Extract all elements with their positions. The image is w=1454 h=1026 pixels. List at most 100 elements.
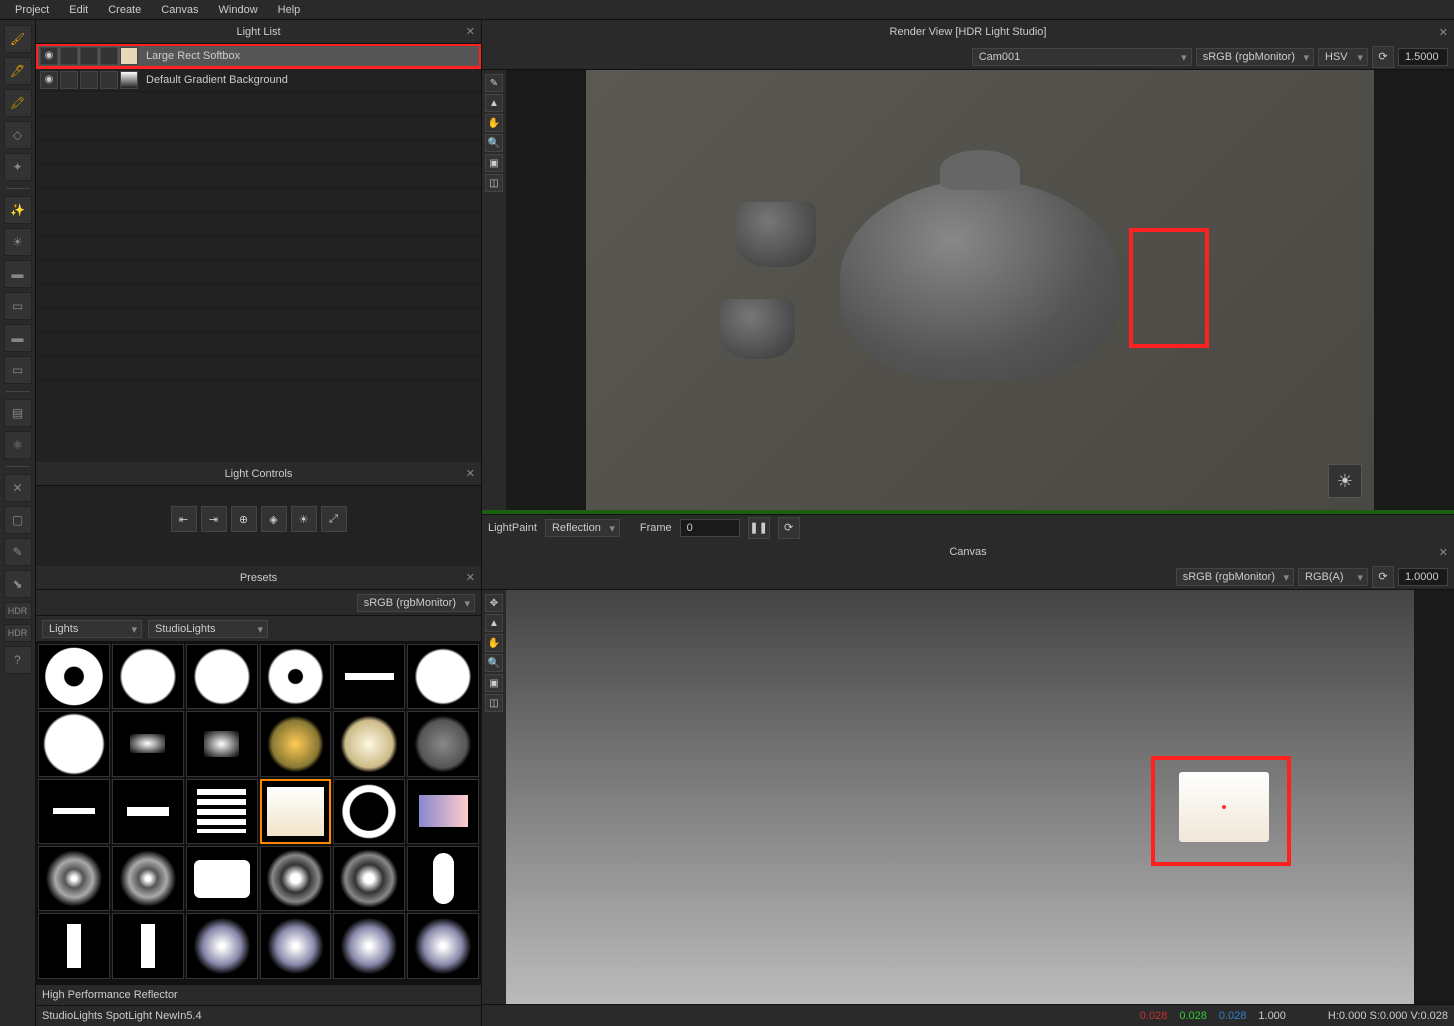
light-list-row-empty[interactable] [36,236,481,260]
render-viewport[interactable]: ☀ [586,70,1374,510]
frame-input[interactable] [680,519,740,537]
close-icon[interactable]: ✕ [466,25,475,38]
canvas-channel-dropdown[interactable]: RGB(A) [1298,568,1368,586]
tool-help[interactable]: ? [4,646,32,674]
light-list-row-empty[interactable] [36,116,481,140]
tool-brush2[interactable]: 🖊 [4,57,32,85]
preset-item[interactable] [112,846,184,911]
menu-create[interactable]: Create [98,2,151,18]
flag-toggle[interactable] [60,71,78,89]
preset-item[interactable] [186,913,258,978]
tool-pencil[interactable]: ✎ [4,538,32,566]
menu-help[interactable]: Help [268,2,311,18]
preset-item[interactable] [112,644,184,709]
preset-item[interactable] [112,913,184,978]
fit-icon[interactable]: ▣ [485,674,503,692]
close-icon[interactable]: ✕ [1439,26,1448,39]
preset-item[interactable] [38,779,110,844]
flag-toggle[interactable] [80,47,98,65]
light-list-row-empty[interactable] [36,164,481,188]
preset-item[interactable] [407,711,479,776]
flag-toggle[interactable] [100,71,118,89]
preset-item[interactable] [407,913,479,978]
pointer-icon[interactable]: ▲ [485,94,503,112]
menu-project[interactable]: Project [5,2,59,18]
pointer-icon[interactable]: ▲ [485,614,503,632]
refresh-icon[interactable]: ⟳ [1372,46,1394,68]
move-right-button[interactable]: ⇥ [201,506,227,532]
preset-item[interactable] [260,913,332,978]
tool-hdr2[interactable]: HDR [4,624,32,642]
canvas-exposure-input[interactable] [1398,568,1448,586]
preset-item[interactable] [112,779,184,844]
refresh-icon[interactable]: ⟳ [1372,566,1394,588]
tool-brush3[interactable]: 🖍 [4,89,32,117]
preset-item[interactable] [38,711,110,776]
tool-hdr1[interactable]: HDR [4,602,32,620]
presets-category-dropdown[interactable]: Lights [42,620,142,638]
exposure-input[interactable] [1398,48,1448,66]
fit-icon[interactable]: ▣ [485,154,503,172]
presets-subcategory-dropdown[interactable]: StudioLights [148,620,268,638]
tool-arrow[interactable]: ⬊ [4,570,32,598]
flag-toggle[interactable] [60,47,78,65]
light-list-row-empty[interactable] [36,284,481,308]
preset-item[interactable] [333,644,405,709]
light-list-row-empty[interactable] [36,212,481,236]
preset-item[interactable] [38,913,110,978]
menu-edit[interactable]: Edit [59,2,98,18]
light-list-row-empty[interactable] [36,356,481,380]
presets-colorspace-dropdown[interactable]: sRGB (rgbMonitor) [357,594,475,612]
move-left-button[interactable]: ⇤ [171,506,197,532]
close-icon[interactable]: ✕ [1439,546,1448,559]
center-button[interactable]: ⊕ [231,506,257,532]
preset-item[interactable] [260,846,332,911]
preset-item[interactable] [333,913,405,978]
tool-star[interactable]: ✦ [4,153,32,181]
brush-icon[interactable]: ✎ [485,74,503,92]
tool-rect1[interactable]: ▬ [4,260,32,288]
colormode-dropdown[interactable]: HSV [1318,48,1368,66]
tool-light1[interactable]: ✨ [4,196,32,224]
light-list-row-empty[interactable] [36,260,481,284]
pause-button[interactable]: ❚❚ [748,517,770,539]
tool-close[interactable]: ✕ [4,474,32,502]
tool-square[interactable]: ▢ [4,506,32,534]
visibility-toggle-icon[interactable]: ◉ [40,71,58,89]
preset-item[interactable] [333,711,405,776]
preset-item[interactable] [407,846,479,911]
brightness-button[interactable]: ☀ [291,506,317,532]
tool-brush1[interactable]: 🖌 [4,25,32,53]
reload-button[interactable]: ⟳ [778,517,800,539]
preset-item[interactable] [333,779,405,844]
close-icon[interactable]: ✕ [466,467,475,480]
lightpaint-mode-dropdown[interactable]: Reflection [545,519,620,537]
preset-item-selected[interactable] [260,779,332,844]
preset-item[interactable] [186,711,258,776]
crop-icon[interactable]: ◫ [485,694,503,712]
crop-icon[interactable]: ◫ [485,174,503,192]
colorspace-dropdown[interactable]: sRGB (rgbMonitor) [1196,48,1314,66]
scale-button[interactable]: ⤢ [321,506,347,532]
camera-dropdown[interactable]: Cam001 [972,48,1192,66]
flag-toggle[interactable] [80,71,98,89]
preset-item[interactable] [407,644,479,709]
tool-rect4[interactable]: ▭ [4,356,32,384]
menu-canvas[interactable]: Canvas [151,2,208,18]
tool-light2[interactable]: ☀ [4,228,32,256]
hand-icon[interactable]: ✋ [485,634,503,652]
preset-item[interactable] [333,846,405,911]
sun-icon[interactable]: ☀ [1328,464,1362,498]
flag-toggle[interactable] [100,47,118,65]
light-list-row-empty[interactable] [36,332,481,356]
menu-window[interactable]: Window [209,2,268,18]
zoom-icon[interactable]: 🔍 [485,134,503,152]
preset-item[interactable] [186,779,258,844]
tool-rect3[interactable]: ▬ [4,324,32,352]
preset-item[interactable] [186,644,258,709]
canvas-colorspace-dropdown[interactable]: sRGB (rgbMonitor) [1176,568,1294,586]
light-list-row-empty[interactable] [36,140,481,164]
light-list-row-empty[interactable] [36,308,481,332]
preset-item[interactable] [260,711,332,776]
move-icon[interactable]: ✥ [485,594,503,612]
